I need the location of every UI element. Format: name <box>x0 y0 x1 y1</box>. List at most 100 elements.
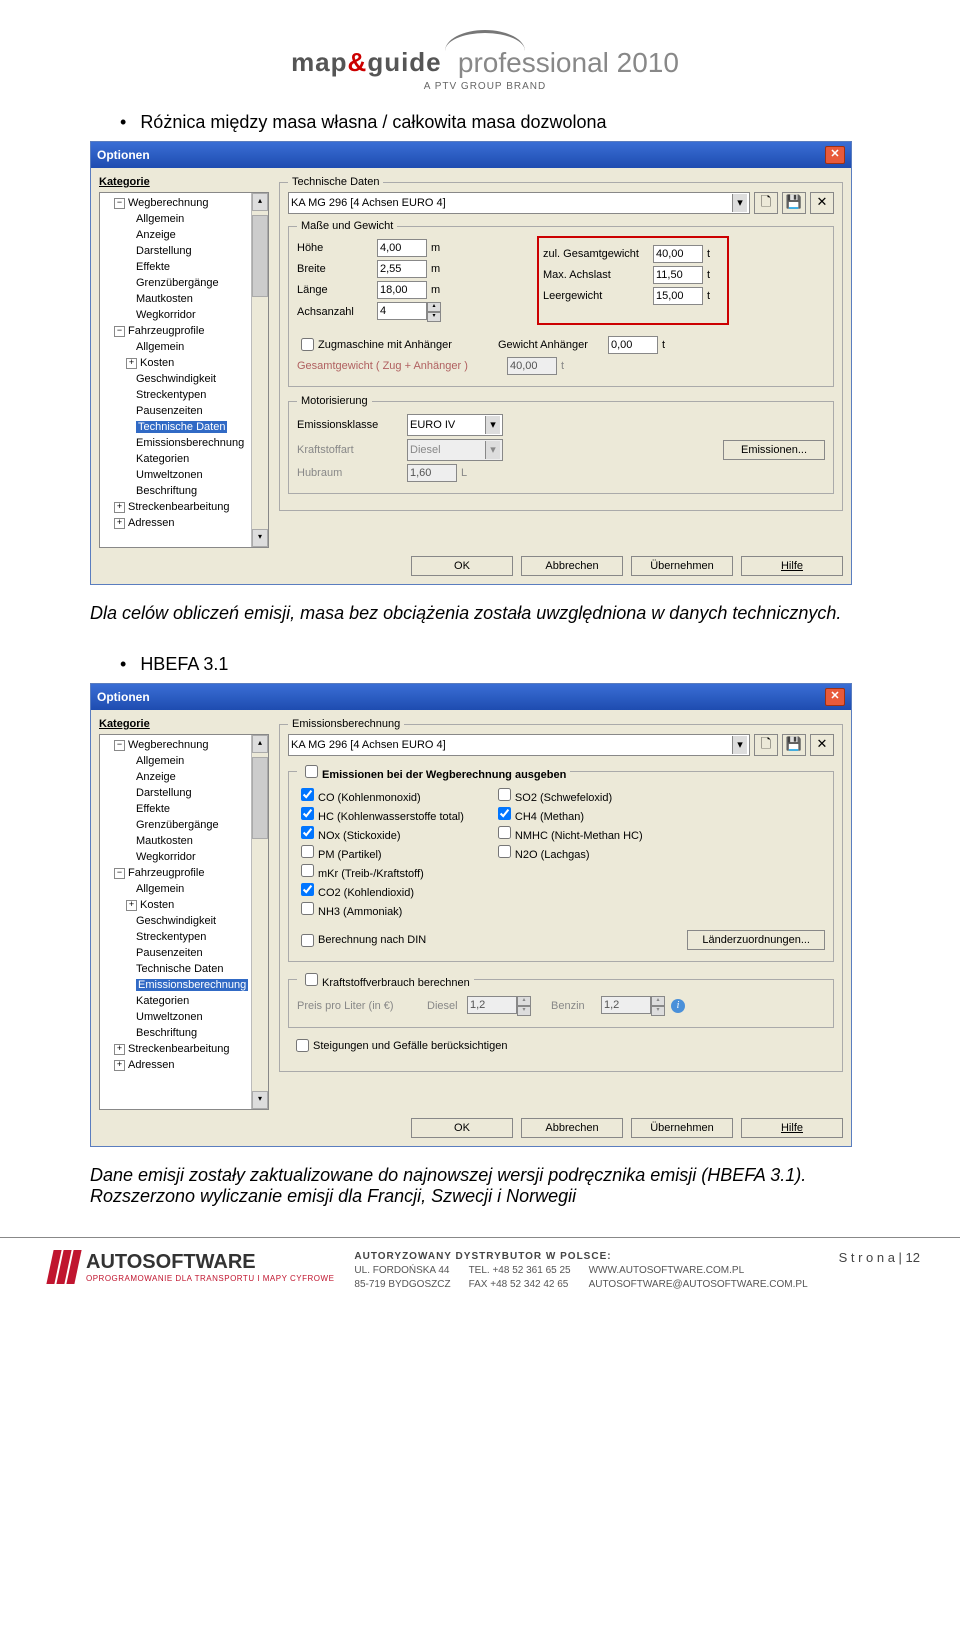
spin-up-icon[interactable]: ▴ <box>427 302 441 312</box>
tree-item[interactable]: Technische Daten <box>136 963 223 975</box>
nmhc-checkbox[interactable] <box>498 826 511 839</box>
chevron-down-icon[interactable]: ▾ <box>732 736 747 754</box>
expand-icon[interactable]: + <box>114 502 125 513</box>
titlebar[interactable]: Optionen ✕ <box>91 142 851 168</box>
co-checkbox[interactable] <box>301 788 314 801</box>
mkr-checkbox[interactable] <box>301 864 314 877</box>
din-checkbox[interactable] <box>301 934 314 947</box>
apply-button[interactable]: Übernehmen <box>631 556 733 576</box>
gross-weight-input[interactable] <box>653 245 703 263</box>
cancel-button[interactable]: Abbrechen <box>521 556 623 576</box>
close-icon[interactable]: ✕ <box>825 146 845 164</box>
tree-item[interactable]: Kosten <box>140 357 174 369</box>
slopes-checkbox[interactable] <box>296 1039 309 1052</box>
tree-item[interactable]: Darstellung <box>136 787 192 799</box>
apply-button[interactable]: Übernehmen <box>631 1118 733 1138</box>
tree-item[interactable]: Umweltzonen <box>136 1011 203 1023</box>
tree-item[interactable]: Mautkosten <box>136 293 193 305</box>
titlebar[interactable]: Optionen ✕ <box>91 684 851 710</box>
fuel-calc-checkbox[interactable] <box>305 973 318 986</box>
tree-item[interactable]: Fahrzeugprofile <box>128 325 204 337</box>
cancel-button[interactable]: Abbrechen <box>521 1118 623 1138</box>
tree-item[interactable]: Anzeige <box>136 229 176 241</box>
n2o-checkbox[interactable] <box>498 845 511 858</box>
tree-item[interactable]: Allgemein <box>136 755 184 767</box>
help-button[interactable]: Hilfe <box>741 556 843 576</box>
tree-item[interactable]: Streckentypen <box>136 931 206 943</box>
expand-icon[interactable]: + <box>126 358 137 369</box>
width-input[interactable] <box>377 260 427 278</box>
ok-button[interactable]: OK <box>411 1118 513 1138</box>
tree-item[interactable]: Streckentypen <box>136 389 206 401</box>
tree-item[interactable]: Streckenbearbeitung <box>128 1043 230 1055</box>
spin-down-icon[interactable]: ▾ <box>427 312 441 322</box>
tree-item[interactable]: Allgemein <box>136 341 184 353</box>
ch4-checkbox[interactable] <box>498 807 511 820</box>
emissions-button[interactable]: Emissionen... <box>723 440 825 460</box>
tree-item[interactable]: Streckenbearbeitung <box>128 501 230 513</box>
tree-item[interactable]: Kosten <box>140 899 174 911</box>
scroll-up-icon[interactable]: ▴ <box>252 735 268 753</box>
output-emissions-checkbox[interactable] <box>305 765 318 778</box>
expand-icon[interactable]: + <box>114 1044 125 1055</box>
expand-icon[interactable]: + <box>114 1060 125 1071</box>
tree-item[interactable]: Effekte <box>136 261 170 273</box>
country-assign-button[interactable]: Länderzuordnungen... <box>687 930 825 950</box>
tree-item[interactable]: Wegberechnung <box>128 197 209 209</box>
scroll-down-icon[interactable]: ▾ <box>252 1091 268 1109</box>
vehicle-dropdown[interactable]: KA MG 296 [4 Achsen EURO 4]▾ <box>288 192 750 214</box>
tree-item[interactable]: Beschriftung <box>136 485 197 497</box>
co2-checkbox[interactable] <box>301 883 314 896</box>
empty-weight-input[interactable] <box>653 287 703 305</box>
pm-checkbox[interactable] <box>301 845 314 858</box>
tree-item[interactable]: Kategorien <box>136 453 189 465</box>
tree-item[interactable]: Darstellung <box>136 245 192 257</box>
tree-item[interactable]: Wegkorridor <box>136 851 196 863</box>
tree-item[interactable]: Adressen <box>128 517 174 529</box>
tree-item[interactable]: Umweltzonen <box>136 469 203 481</box>
expand-icon[interactable]: + <box>114 518 125 529</box>
tree-item[interactable]: Fahrzeugprofile <box>128 867 204 879</box>
category-tree[interactable]: −Wegberechnung Allgemein Anzeige Darstel… <box>99 192 269 548</box>
nh3-checkbox[interactable] <box>301 902 314 915</box>
chevron-down-icon[interactable]: ▾ <box>732 194 747 212</box>
scroll-thumb[interactable] <box>252 215 268 297</box>
tree-item-selected[interactable]: Emissionsberechnung <box>136 979 248 991</box>
collapse-icon[interactable]: − <box>114 740 125 751</box>
save-icon[interactable]: 💾 <box>782 734 806 756</box>
help-button[interactable]: Hilfe <box>741 1118 843 1138</box>
tree-item[interactable]: Pausenzeiten <box>136 947 203 959</box>
tree-item[interactable]: Allgemein <box>136 883 184 895</box>
height-input[interactable] <box>377 239 427 257</box>
hc-checkbox[interactable] <box>301 807 314 820</box>
tree-item[interactable]: Beschriftung <box>136 1027 197 1039</box>
save-icon[interactable]: 💾 <box>782 192 806 214</box>
emission-class-dropdown[interactable]: EURO IV▾ <box>407 414 503 436</box>
tree-item[interactable]: Geschwindigkeit <box>136 915 216 927</box>
delete-icon[interactable]: ✕ <box>810 192 834 214</box>
tree-item[interactable]: Allgemein <box>136 213 184 225</box>
trailer-weight-input[interactable] <box>608 336 658 354</box>
tree-item[interactable]: Adressen <box>128 1059 174 1071</box>
tree-item[interactable]: Emissionsberechnung <box>136 437 244 449</box>
tree-item[interactable]: Grenzübergänge <box>136 819 219 831</box>
so2-checkbox[interactable] <box>498 788 511 801</box>
max-axle-input[interactable] <box>653 266 703 284</box>
tree-item[interactable]: Grenzübergänge <box>136 277 219 289</box>
collapse-icon[interactable]: − <box>114 868 125 879</box>
collapse-icon[interactable]: − <box>114 326 125 337</box>
scroll-down-icon[interactable]: ▾ <box>252 529 268 547</box>
scrollbar[interactable]: ▴ ▾ <box>251 735 268 1109</box>
ok-button[interactable]: OK <box>411 556 513 576</box>
tree-item[interactable]: Geschwindigkeit <box>136 373 216 385</box>
scroll-thumb[interactable] <box>252 757 268 839</box>
scrollbar[interactable]: ▴ ▾ <box>251 193 268 547</box>
collapse-icon[interactable]: − <box>114 198 125 209</box>
new-icon[interactable]: 🗋 <box>754 192 778 214</box>
axles-stepper[interactable]: ▴▾ <box>377 302 441 322</box>
trailer-checkbox[interactable] <box>301 338 314 351</box>
chevron-down-icon[interactable]: ▾ <box>485 416 500 434</box>
info-icon[interactable]: i <box>671 999 685 1013</box>
new-icon[interactable]: 🗋 <box>754 734 778 756</box>
length-input[interactable] <box>377 281 427 299</box>
